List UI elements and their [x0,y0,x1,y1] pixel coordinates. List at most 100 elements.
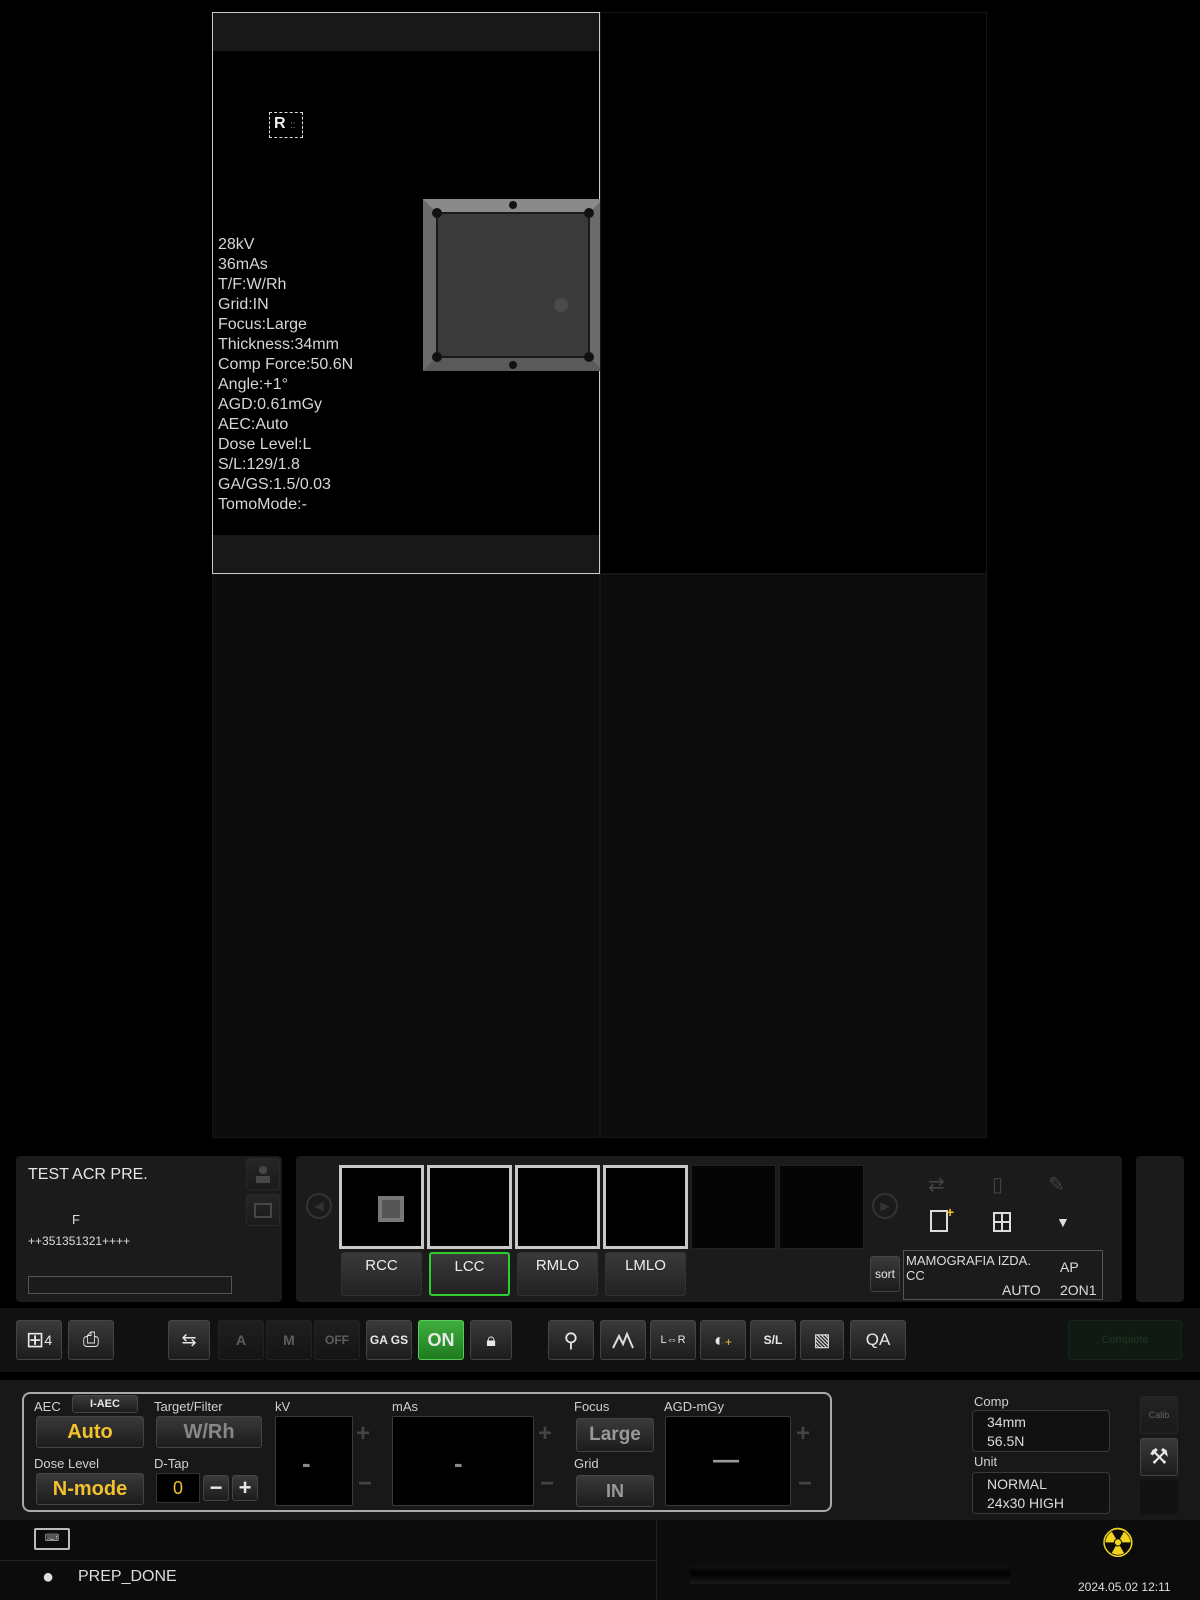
mas-plus-icon[interactable]: + [538,1420,552,1448]
zoom-button[interactable]: ⚲ [548,1320,594,1360]
focus-label: Focus [574,1399,610,1414]
layout-grid-icon[interactable] [993,1212,1011,1232]
patient-list-button[interactable] [246,1194,280,1226]
kv-value: - [302,1448,311,1478]
unit-line2: 24x30 HIGH [987,1495,1065,1511]
tools-button[interactable]: ⚒ [1140,1438,1178,1476]
ap-label: AP [1060,1259,1079,1275]
side-panel [1136,1156,1184,1302]
view-button-lcc[interactable]: LCC [429,1252,510,1296]
invert-icon: ▧ [813,1329,831,1350]
thumbnail-rcc[interactable] [339,1165,424,1249]
patient-comment-field[interactable] [28,1276,232,1294]
thumbnail-prev-icon[interactable]: ◀ [306,1193,332,1219]
auto-button[interactable]: A [218,1320,264,1360]
manual-button[interactable]: M [266,1320,312,1360]
thumbnail-image [378,1196,404,1222]
exposure-info-overlay: 28kV 36mAs T/F:W/Rh Grid:IN Focus:Large Thick… [218,235,353,515]
edit-doc-icon[interactable]: ✎ [1048,1172,1065,1197]
sl-button[interactable]: S/L [750,1320,796,1360]
thumbnail-empty [779,1165,864,1249]
exposure-info-line: Dose Level:L [218,436,312,453]
image-doc-icon[interactable]: ▯ [992,1172,1003,1197]
add-image-icon: ◐+ [714,1329,732,1350]
viewport-rcc[interactable]: R :: 28kV 36mAs T/F:W/Rh Grid:IN Focus:Large… [212,12,603,574]
dtap-minus-button[interactable]: − [203,1475,229,1501]
viewport-header [213,13,599,51]
aec-label: AEC [34,1399,61,1414]
dtap-plus-button[interactable]: + [232,1475,258,1501]
unit-box: NORMAL 24x30 HIGH [972,1472,1110,1514]
dtap-value: 0 [156,1473,200,1503]
lock-button[interactable]: 🔒︎ [470,1320,512,1360]
off-button[interactable]: OFF [314,1320,360,1360]
viewport-rmlo[interactable] [212,574,600,1138]
layout-count: 4 [44,1332,53,1348]
thumbnail-next-icon[interactable]: ▶ [872,1193,898,1219]
protocol-line2: CC [906,1268,925,1283]
dropdown-arrow-icon[interactable]: ▼ [1056,1214,1070,1230]
add-view-icon[interactable]: + [930,1204,954,1232]
grid-value[interactable]: IN [576,1475,654,1507]
add-image-button[interactable]: ◐+ [700,1320,746,1360]
side-blank [1140,1480,1178,1514]
unit-label: Unit [974,1454,998,1469]
patient-info-button[interactable] [246,1158,280,1190]
status-datetime: 2024.05.02 12:11 [1078,1580,1171,1594]
viewport-lmlo[interactable] [600,574,987,1138]
view-button-rmlo[interactable]: RMLO [517,1252,598,1296]
comp-box: 34mm 56.5N [972,1410,1110,1452]
exposure-info-line: 36mAs [218,256,268,273]
printer-icon: ⎙ [83,1328,99,1351]
acr-phantom-image [423,199,603,371]
mas-value: - [454,1448,463,1478]
kv-minus-icon[interactable]: − [358,1470,372,1498]
mas-minus-icon[interactable]: − [540,1470,554,1498]
gags-button[interactable]: GA GS [366,1320,412,1360]
agd-label: AGD-mGy [664,1399,724,1414]
view-button-lmlo[interactable]: LMLO [605,1252,686,1296]
auto-on-button[interactable]: ON [418,1320,464,1360]
swap-image-icon[interactable]: ⇄ [928,1172,945,1197]
exposure-info-line: GA/GS:1.5/0.03 [218,476,331,493]
viewport-lcc[interactable] [600,12,987,574]
transfer-icon: ⇆ [181,1329,197,1350]
agd-minus-icon[interactable]: − [798,1470,812,1498]
patient-sex: F [72,1212,80,1227]
thumbnail-lcc[interactable] [427,1165,512,1249]
mas-label: mAs [392,1399,418,1414]
laterality-sub: :: [290,120,296,131]
keyboard-icon[interactable]: ⌨ [34,1528,70,1550]
mas-display [392,1416,534,1506]
aec-value[interactable]: Auto [36,1416,144,1448]
view-button-rcc[interactable]: RCC [341,1252,422,1296]
flip-lr-button[interactable]: L⇔R [650,1320,696,1360]
exposure-info-line: T/F:W/Rh [218,276,287,293]
viewport-footer [213,535,599,573]
exposure-info-line: AEC:Auto [218,416,289,433]
target-filter-value[interactable]: W/Rh [156,1416,262,1448]
transfer-button[interactable]: ⇆ [168,1320,210,1360]
focus-value[interactable]: Large [576,1418,654,1452]
sort-button[interactable]: sort [870,1256,900,1292]
thumbnail-lmlo[interactable] [603,1165,688,1249]
comp-force: 56.5N [987,1433,1025,1449]
radiation-icon: ☢ [1100,1522,1136,1566]
agd-value: — [713,1444,739,1474]
complete-button[interactable]: Complete [1068,1320,1182,1360]
qa-button[interactable]: QA [850,1320,906,1360]
histogram-button[interactable] [600,1320,646,1360]
dose-level-value[interactable]: N-mode [36,1473,144,1505]
laterality-marker: R :: [269,112,303,138]
thumbnail-rmlo[interactable] [515,1165,600,1249]
invert-button[interactable]: ▧ [800,1320,844,1360]
print-button[interactable]: ⎙ [68,1320,114,1360]
iaec-button[interactable]: I-AEC [72,1395,138,1413]
calib-button[interactable]: Calib [1140,1396,1178,1434]
image-viewer: R :: 28kV 36mAs T/F:W/Rh Grid:IN Focus:Large… [212,12,987,1138]
layout-4-button[interactable]: ⊞ 4 [16,1320,62,1360]
kv-plus-icon[interactable]: + [356,1420,370,1448]
exposure-info-line: AGD:0.61mGy [218,396,323,413]
mode-label: AUTO [1002,1282,1041,1298]
agd-plus-icon[interactable]: + [796,1420,810,1448]
